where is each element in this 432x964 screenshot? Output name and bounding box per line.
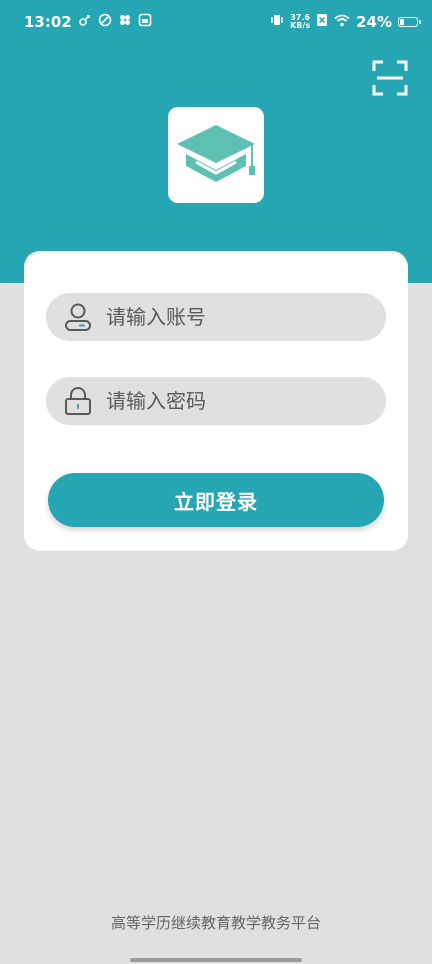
password-input[interactable] <box>104 388 348 414</box>
net-speed: 37.6 KB/s <box>290 14 310 30</box>
user-icon <box>65 303 91 331</box>
app-logo <box>168 107 264 203</box>
status-time: 13:02 <box>24 13 72 31</box>
status-bar: 13:02 37.6 KB/s 24% <box>0 0 432 44</box>
status-right: 37.6 KB/s 24% <box>270 13 421 31</box>
flower-icon <box>118 13 132 31</box>
status-left: 13:02 <box>24 13 152 31</box>
net-speed-unit: KB/s <box>290 21 311 30</box>
sim-off-icon <box>316 13 328 31</box>
lock-icon <box>65 387 91 415</box>
scan-icon <box>372 60 408 96</box>
graduation-cap-icon <box>177 125 255 182</box>
account-field[interactable] <box>46 293 386 341</box>
account-input[interactable] <box>104 304 348 330</box>
home-indicator[interactable] <box>130 958 302 962</box>
link-icon <box>78 13 92 31</box>
login-card: 立即登录 <box>24 251 408 551</box>
battery-icon <box>398 17 421 27</box>
battery-fill <box>400 19 405 25</box>
password-field[interactable] <box>46 377 386 425</box>
app-notification-icon <box>138 13 152 31</box>
vibrate-icon <box>270 13 284 31</box>
wifi-icon <box>334 13 350 31</box>
scan-button[interactable] <box>372 60 408 96</box>
platform-footer: 高等学历继续教育教学教务平台 <box>110 914 321 932</box>
header-banner: 13:02 37.6 KB/s 24% <box>0 0 432 283</box>
leaf-icon <box>98 13 112 31</box>
battery-percent: 24% <box>356 13 392 31</box>
login-button[interactable]: 立即登录 <box>48 473 384 527</box>
